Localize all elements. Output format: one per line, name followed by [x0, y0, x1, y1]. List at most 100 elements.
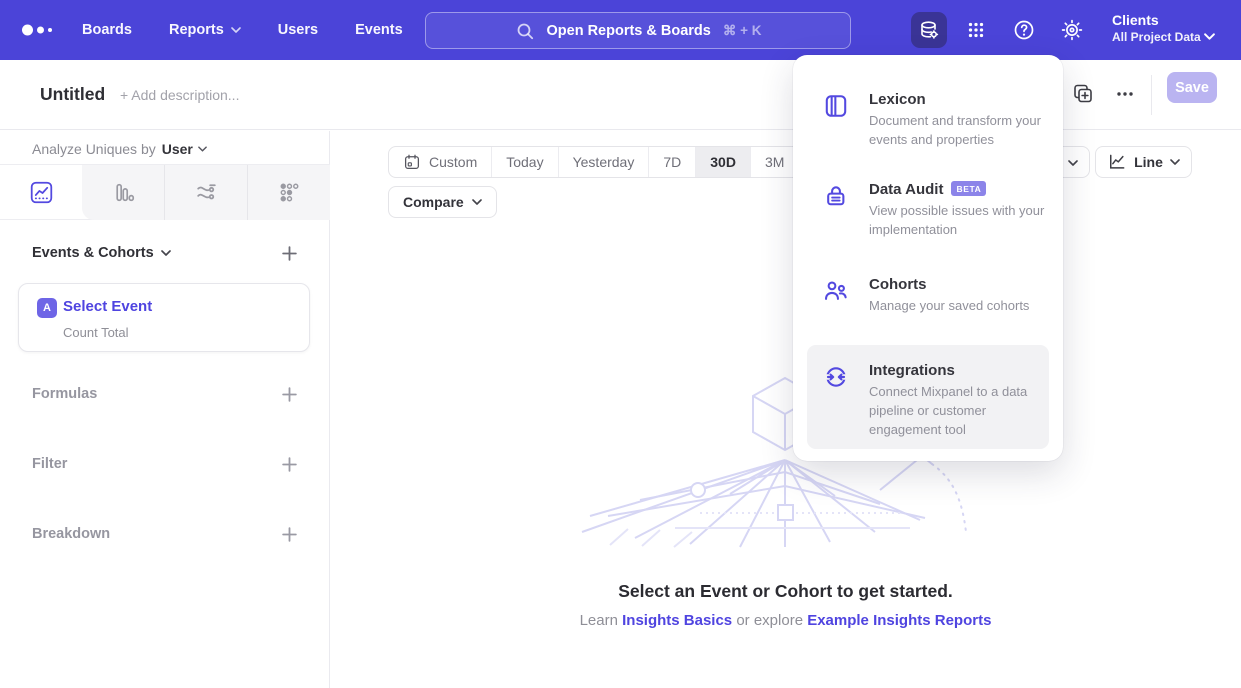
date-range-3m[interactable]: 3M [750, 147, 798, 177]
formulas-label: Formulas [32, 386, 97, 402]
dot-grid-icon [277, 180, 302, 205]
date-range-7d[interactable]: 7D [648, 147, 695, 177]
events-cohorts-header[interactable]: Events & Cohorts [32, 245, 171, 261]
menu-item-description: Connect Mixpanel to a data pipeline or c… [869, 383, 1049, 440]
line-chart-icon [1107, 152, 1127, 172]
mixpanel-logo-icon[interactable] [22, 24, 56, 36]
ellipsis-icon [1113, 82, 1137, 106]
tab-flow-chart[interactable] [165, 165, 247, 220]
add-formula-button[interactable] [281, 386, 298, 403]
formulas-row: Formulas [32, 382, 298, 406]
top-navbar: Boards Reports Users Events Open Reports… [0, 0, 1241, 60]
gear-icon [1060, 18, 1084, 42]
empty-state-links: Learn Insights Basics or explore Example… [330, 612, 1241, 629]
nav-item-reports[interactable]: Reports [169, 22, 241, 38]
header-divider [1151, 75, 1152, 115]
audit-lock-icon [823, 183, 849, 209]
chevron-down-icon [472, 199, 482, 205]
date-range-custom[interactable]: Custom [389, 147, 491, 177]
chevron-down-icon [231, 27, 241, 33]
cohorts-people-icon [823, 278, 849, 304]
menu-item-description: View possible issues with your implement… [869, 202, 1057, 240]
chevron-down-icon [1204, 27, 1215, 45]
date-range-yesterday[interactable]: Yesterday [558, 147, 649, 177]
add-filter-button[interactable] [281, 456, 298, 473]
nav-item-events[interactable]: Events [355, 22, 403, 38]
plus-icon [281, 245, 298, 262]
event-series-badge: A [37, 298, 57, 318]
search-shortcut: ⌘ + K [723, 23, 762, 39]
help-button[interactable] [1006, 12, 1042, 48]
tab-metrics-grid[interactable] [248, 165, 330, 220]
nav-links: Boards Reports Users Events [82, 0, 403, 60]
date-range-30d[interactable]: 30D [695, 147, 750, 177]
menu-item-data-audit[interactable]: Data Audit BETA View possible issues wit… [793, 181, 1063, 240]
chevron-down-icon [161, 250, 171, 256]
search-icon [515, 21, 535, 41]
date-range-today[interactable]: Today [491, 147, 557, 177]
chevron-down-icon [198, 146, 207, 152]
analyze-by-dropdown[interactable]: User [162, 141, 207, 157]
filter-row: Filter [32, 452, 298, 476]
nav-item-users[interactable]: Users [278, 22, 318, 38]
menu-item-title: Cohorts [869, 276, 1057, 293]
book-icon [823, 93, 849, 119]
add-description-field[interactable]: + Add description... [120, 87, 239, 103]
menu-item-highlight: Integrations Connect Mixpanel to a data … [807, 345, 1049, 449]
data-management-dropdown-panel: Lexicon Document and transform your even… [793, 55, 1063, 461]
menu-item-lexicon[interactable]: Lexicon Document and transform your even… [793, 91, 1063, 150]
save-button[interactable]: Save [1167, 72, 1217, 103]
nav-item-boards[interactable]: Boards [82, 22, 132, 38]
empty-state-title: Select an Event or Cohort to get started… [330, 581, 1241, 602]
example-reports-link[interactable]: Example Insights Reports [807, 612, 991, 629]
chevron-down-icon [1170, 159, 1180, 165]
compare-dropdown[interactable]: Compare [388, 186, 497, 218]
menu-item-description: Manage your saved cohorts [869, 297, 1057, 316]
tab-bar-chart[interactable] [83, 165, 165, 220]
project-selector[interactable]: Clients All Project Data [1112, 11, 1201, 45]
bar-chart-icon [112, 180, 137, 205]
data-management-button[interactable] [911, 12, 947, 48]
analyze-row: Analyze Uniques by User [32, 135, 207, 163]
chart-type-tabstrip [0, 164, 330, 220]
plus-icon [281, 526, 298, 543]
question-circle-icon [1012, 18, 1036, 42]
add-event-button[interactable] [281, 245, 298, 262]
search-placeholder: Open Reports & Boards [547, 23, 711, 39]
filter-label: Filter [32, 456, 67, 472]
add-breakdown-button[interactable] [281, 526, 298, 543]
plus-icon [281, 386, 298, 403]
project-name: Clients [1112, 11, 1201, 29]
chevron-down-icon [1068, 160, 1078, 166]
tab-line-chart[interactable] [0, 165, 82, 220]
events-cohorts-row: Events & Cohorts [32, 241, 298, 265]
breakdown-row: Breakdown [32, 522, 298, 546]
chart-type-dropdown[interactable]: Line [1095, 146, 1192, 178]
menu-item-cohorts[interactable]: Cohorts Manage your saved cohorts [793, 276, 1063, 316]
global-search-input[interactable]: Open Reports & Boards ⌘ + K [425, 12, 851, 49]
integrations-sync-icon [823, 364, 849, 390]
menu-item-title: Data Audit BETA [869, 181, 1057, 198]
project-scope: All Project Data [1112, 29, 1201, 45]
beta-badge: BETA [951, 181, 986, 196]
analyze-label: Analyze Uniques by [32, 141, 156, 157]
event-metric-label[interactable]: Count Total [63, 325, 129, 340]
more-options-button[interactable] [1113, 82, 1137, 106]
select-event-card[interactable]: A Select Event Count Total [18, 283, 310, 352]
menu-item-title: Integrations [869, 362, 1049, 379]
insights-basics-link[interactable]: Insights Basics [622, 612, 732, 629]
database-gear-icon [917, 18, 941, 42]
breakdown-label: Breakdown [32, 526, 110, 542]
query-builder-sidebar: Analyze Uniques by User [0, 131, 330, 688]
report-title[interactable]: Untitled [40, 84, 105, 105]
apps-grid-button[interactable] [958, 12, 994, 48]
settings-button[interactable] [1054, 12, 1090, 48]
calendar-icon [403, 153, 421, 171]
line-chart-icon [29, 180, 54, 205]
duplicate-button[interactable] [1071, 82, 1095, 106]
menu-item-integrations[interactable]: Integrations Connect Mixpanel to a data … [807, 362, 1049, 440]
nine-dot-grid-icon [965, 19, 987, 41]
date-range-control: Custom Today Yesterday 7D 30D 3M 6M [388, 146, 848, 178]
duplicate-icon [1071, 82, 1095, 106]
select-event-label[interactable]: Select Event [63, 298, 152, 315]
